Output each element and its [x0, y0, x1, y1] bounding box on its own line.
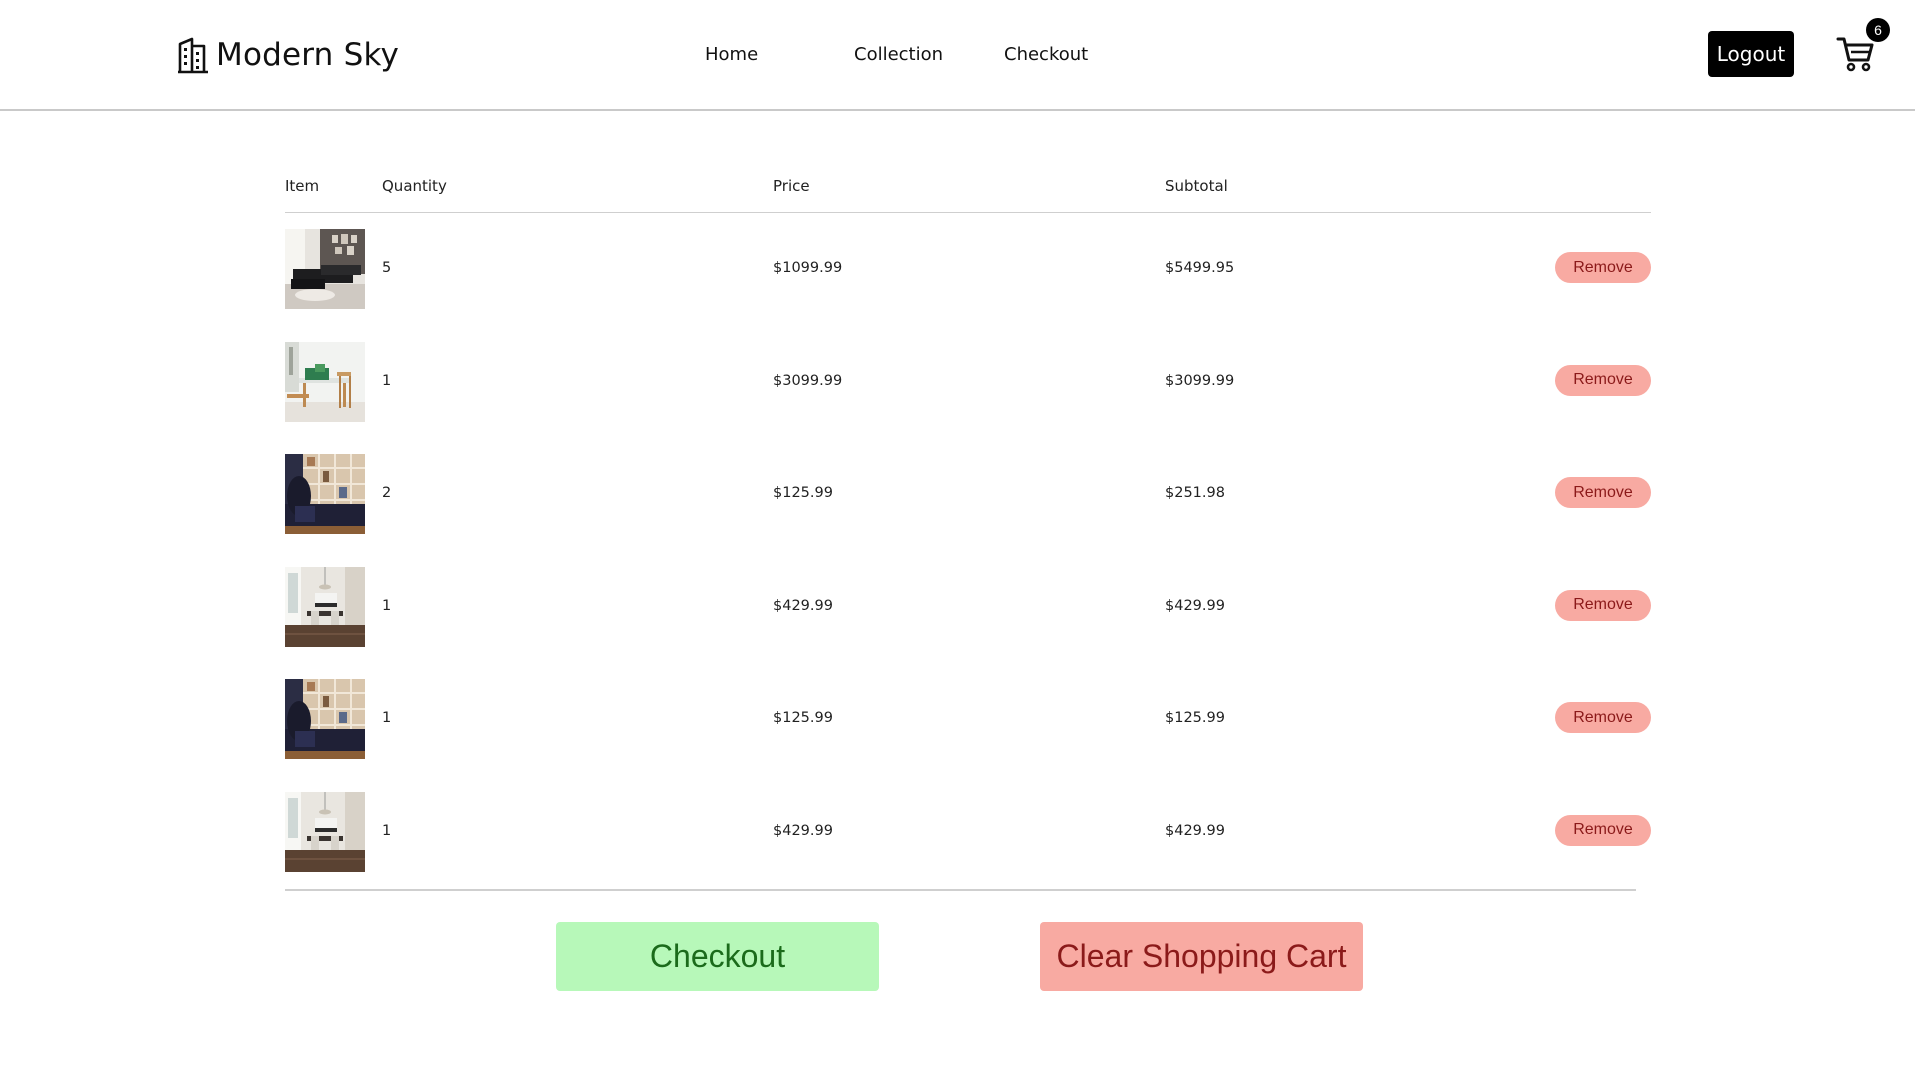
column-header-subtotal: Subtotal: [1165, 177, 1228, 195]
cart-table: Item Quantity Price Subtotal 5 $1099.99 …: [285, 175, 1651, 888]
price-value: $429.99: [773, 597, 833, 614]
subtotal-value: $5499.95: [1165, 260, 1235, 276]
price-value: $125.99: [773, 710, 833, 726]
logout-button[interactable]: Logout: [1708, 31, 1794, 77]
remove-button[interactable]: Remove: [1555, 252, 1651, 283]
remove-button[interactable]: Remove: [1555, 814, 1651, 846]
product-thumbnail: [285, 679, 365, 759]
column-header-item: Item: [285, 177, 320, 195]
price-value: $429.99: [773, 822, 833, 839]
nav-collection[interactable]: Collection: [854, 44, 943, 65]
remove-button[interactable]: Remove: [1555, 364, 1651, 396]
brand-name: Modern Sky: [216, 37, 400, 73]
quantity-value: 1: [382, 710, 392, 726]
remove-button[interactable]: Remove: [1555, 477, 1651, 508]
quantity-value: 1: [382, 822, 392, 839]
brand-logo[interactable]: Modern Sky: [176, 36, 399, 74]
column-header-price: Price: [773, 177, 810, 195]
table-row: 1 $3099.99 $3099.99 Remove: [285, 326, 1651, 439]
shopping-cart-icon: [1836, 37, 1876, 76]
subtotal-value: $429.99: [1165, 597, 1225, 614]
table-row: 1 $429.99 $429.99 Remove: [285, 776, 1651, 889]
table-header: Item Quantity Price Subtotal: [285, 175, 1651, 213]
building-icon: [176, 36, 210, 74]
table-row: 1 $429.99 $429.99 Remove: [285, 551, 1651, 664]
quantity-value: 2: [382, 485, 392, 501]
subtotal-value: $429.99: [1165, 822, 1225, 839]
remove-button[interactable]: Remove: [1555, 702, 1651, 733]
quantity-value: 1: [382, 597, 392, 614]
price-value: $3099.99: [773, 372, 843, 389]
subtotal-value: $125.99: [1165, 710, 1225, 726]
table-row: 2 $125.99 $251.98 Remove: [285, 438, 1651, 551]
top-navbar: Modern Sky Home Collection Checkout Logo…: [0, 0, 1915, 111]
product-thumbnail: [285, 229, 365, 309]
column-header-quantity: Quantity: [382, 177, 447, 195]
remove-button[interactable]: Remove: [1555, 589, 1651, 621]
product-thumbnail: [285, 791, 365, 872]
subtotal-value: $251.98: [1165, 485, 1225, 501]
quantity-value: 5: [382, 260, 392, 276]
clear-cart-button[interactable]: Clear Shopping Cart: [1040, 922, 1363, 991]
price-value: $125.99: [773, 485, 833, 501]
subtotal-value: $3099.99: [1165, 372, 1235, 389]
quantity-value: 1: [382, 372, 392, 389]
product-thumbnail: [285, 566, 365, 647]
table-row: 5 $1099.99 $5499.95 Remove: [285, 213, 1651, 326]
nav-checkout[interactable]: Checkout: [1004, 44, 1088, 65]
checkout-button[interactable]: Checkout: [556, 922, 879, 991]
table-bottom-divider: [285, 889, 1636, 891]
product-thumbnail: [285, 341, 365, 422]
cart-count-badge: 6: [1866, 18, 1890, 42]
nav-home[interactable]: Home: [705, 44, 758, 65]
product-thumbnail: [285, 454, 365, 534]
price-value: $1099.99: [773, 260, 843, 276]
table-row: 1 $125.99 $125.99 Remove: [285, 663, 1651, 776]
